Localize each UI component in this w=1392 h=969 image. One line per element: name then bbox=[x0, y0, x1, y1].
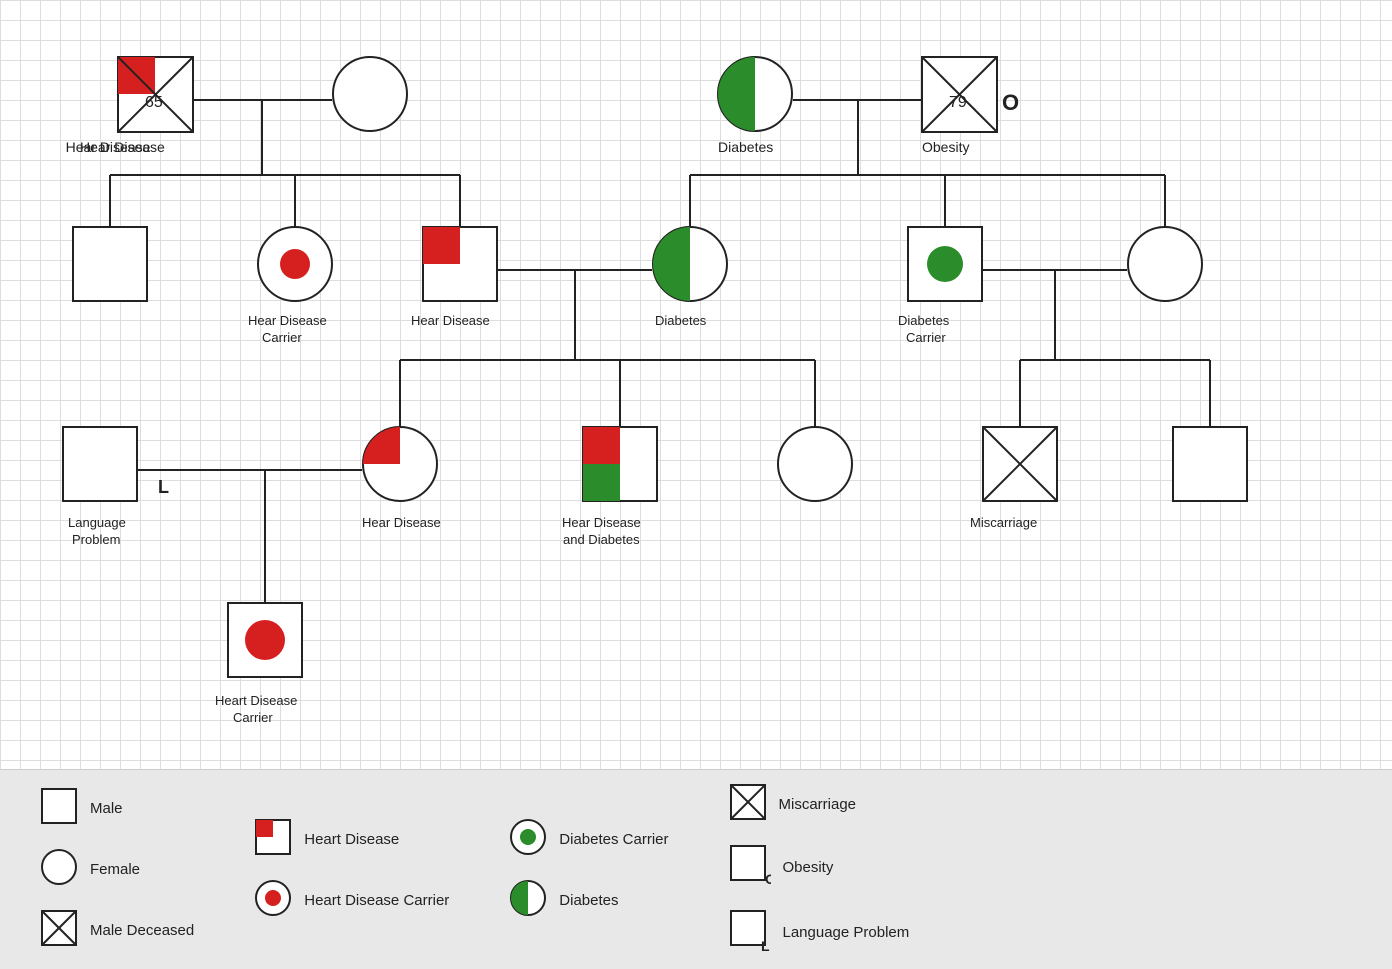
hd-carrier-symbol bbox=[254, 879, 292, 922]
svg-text:and Diabetes: and Diabetes bbox=[563, 532, 640, 547]
legend-diabetes: Diabetes bbox=[509, 879, 668, 922]
svg-text:Miscarriage: Miscarriage bbox=[970, 515, 1037, 530]
svg-text:Language: Language bbox=[68, 515, 126, 530]
svg-text:Diabetes: Diabetes bbox=[718, 139, 773, 155]
male-symbol bbox=[40, 787, 78, 830]
diabetes-carrier-symbol bbox=[509, 818, 547, 861]
miscarriage-label: Miscarriage bbox=[779, 796, 857, 813]
male-deceased-symbol bbox=[40, 909, 78, 952]
svg-text:L: L bbox=[158, 477, 169, 497]
legend-obesity: O Obesity bbox=[729, 844, 910, 891]
legend-area: Male Female Male Deceased bbox=[0, 769, 1392, 969]
male-deceased-label: Male Deceased bbox=[90, 922, 194, 939]
miscarriage-symbol bbox=[729, 783, 767, 826]
svg-text:Hear Disease: Hear Disease bbox=[248, 313, 327, 328]
legend-col-2: Heart Disease Heart Disease Carrier bbox=[254, 818, 449, 922]
svg-text:65: 65 bbox=[145, 94, 163, 111]
legend-female: Female bbox=[40, 848, 194, 891]
lang-problem-symbol: L bbox=[729, 909, 771, 956]
main-container: L 65 Hear Disease Hear Disease Diabetes bbox=[0, 0, 1392, 969]
male-label: Male bbox=[90, 800, 123, 817]
diabetes-carrier-label: Diabetes Carrier bbox=[559, 831, 668, 848]
svg-text:Diabetes: Diabetes bbox=[655, 313, 707, 328]
svg-text:Hear Disease: Hear Disease bbox=[362, 515, 441, 530]
svg-text:Obesity: Obesity bbox=[922, 139, 969, 155]
svg-text:O: O bbox=[1002, 90, 1019, 115]
legend-lang-problem: L Language Problem bbox=[729, 909, 910, 956]
female-label: Female bbox=[90, 861, 140, 878]
diabetes-symbol bbox=[509, 879, 547, 922]
svg-text:Hear Disease: Hear Disease bbox=[562, 515, 641, 530]
hd-carrier-label: Heart Disease Carrier bbox=[304, 892, 449, 909]
legend-col-4: Miscarriage O Obesity L La bbox=[729, 783, 910, 956]
heart-disease-symbol bbox=[254, 818, 292, 861]
obesity-label: Obesity bbox=[783, 859, 834, 876]
legend-col-3: Diabetes Carrier Diabetes bbox=[509, 818, 668, 922]
diagram-svg: L 65 Hear Disease Hear Disease Diabetes bbox=[0, 0, 1392, 769]
svg-text:Hear Disease: Hear Disease bbox=[80, 139, 165, 155]
legend-col-1: Male Female Male Deceased bbox=[40, 787, 194, 952]
diagram-area: L 65 Hear Disease Hear Disease Diabetes bbox=[0, 0, 1392, 769]
legend-male: Male bbox=[40, 787, 194, 830]
svg-text:Heart Disease: Heart Disease bbox=[215, 693, 297, 708]
legend-diabetes-carrier: Diabetes Carrier bbox=[509, 818, 668, 861]
legend-miscarriage: Miscarriage bbox=[729, 783, 910, 826]
female-symbol bbox=[40, 848, 78, 891]
svg-text:L: L bbox=[761, 938, 770, 951]
legend-male-deceased: Male Deceased bbox=[40, 909, 194, 952]
svg-text:Diabetes: Diabetes bbox=[898, 313, 950, 328]
svg-text:Carrier: Carrier bbox=[233, 710, 273, 725]
svg-text:Hear Disease: Hear Disease bbox=[411, 313, 490, 328]
svg-text:Problem: Problem bbox=[72, 532, 120, 547]
svg-text:Carrier: Carrier bbox=[262, 330, 302, 345]
svg-text:Carrier: Carrier bbox=[906, 330, 946, 345]
lang-problem-label: Language Problem bbox=[783, 924, 910, 941]
diabetes-label: Diabetes bbox=[559, 892, 618, 909]
svg-text:O: O bbox=[765, 871, 771, 886]
svg-text:79: 79 bbox=[949, 94, 967, 111]
heart-disease-label: Heart Disease bbox=[304, 831, 399, 848]
legend-hd-carrier: Heart Disease Carrier bbox=[254, 879, 449, 922]
legend-heart-disease: Heart Disease bbox=[254, 818, 449, 861]
obesity-symbol: O bbox=[729, 844, 771, 891]
